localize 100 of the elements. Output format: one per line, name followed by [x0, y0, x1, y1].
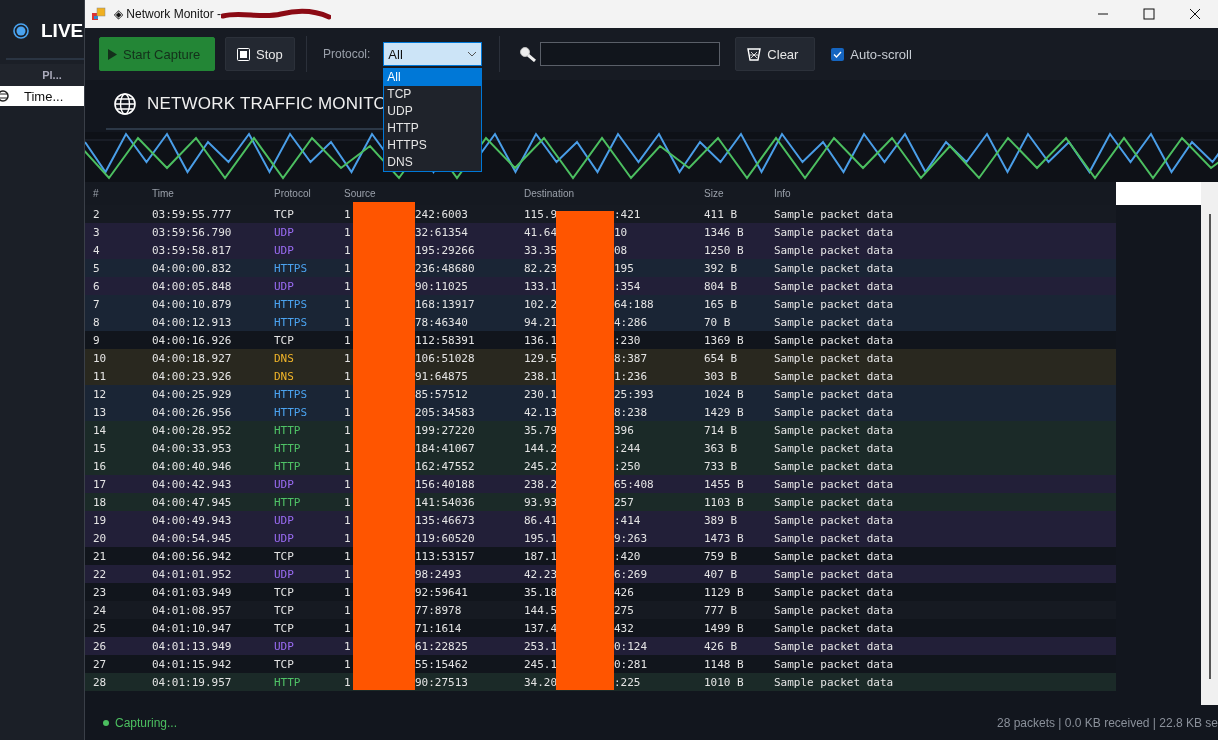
table-cell-text: 1250 B [704, 243, 745, 257]
wastebasket-icon [747, 47, 762, 61]
table-cell: 242:6003 [415, 207, 468, 221]
table-cell-text: 1 [344, 351, 352, 365]
dropdown-option[interactable]: TCP [384, 86, 482, 103]
table-cell-text: 1 [344, 243, 352, 257]
table-cell-text: Sample packet data [774, 441, 895, 455]
column-header[interactable]: Protocol [274, 188, 344, 199]
table-cell: 10 [614, 225, 628, 239]
auto-scroll-checkbox[interactable] [831, 47, 845, 61]
dropdown-option[interactable]: HTTPS [384, 137, 482, 154]
table-cell-text: Sample packet data [774, 405, 895, 419]
table-cell-text: UDP [274, 567, 295, 581]
column-header[interactable]: Size [704, 188, 774, 199]
table-cell-text: 33.35 [524, 243, 559, 257]
table-cell-text: Sample packet data [774, 315, 895, 329]
table-cell-text: UDP [274, 477, 295, 491]
table-cell: 195 [614, 261, 634, 275]
table-cell-text: Sample packet data [774, 243, 895, 257]
column-header[interactable]: Pl... [0, 64, 84, 86]
clear-button[interactable]: Clear [735, 37, 816, 71]
table-cell-text: 04:00:00.832 [152, 261, 233, 275]
table-cell-text: 04:00:56.942 [152, 549, 233, 563]
table-cell-text: 1 [344, 495, 352, 509]
table-cell: 4:286 [614, 315, 648, 329]
table-cell: 8:387 [614, 351, 648, 365]
column-header[interactable]: Time [152, 188, 274, 199]
table-cell-text: 04:01:13.949 [152, 639, 233, 653]
table-cell: :225 [614, 675, 641, 689]
table-cell: 32:61354 [415, 225, 468, 239]
table-cell: 106:51028 [415, 351, 475, 365]
table-cell-text: HTTPS [274, 387, 309, 401]
table-cell: 275 [614, 603, 634, 617]
table-cell: 156:40188 [415, 477, 475, 491]
dropdown-option[interactable]: DNS [384, 154, 482, 171]
table-cell: 85:57512 [415, 387, 468, 401]
table-cell-text: 04:01:19.957 [152, 675, 233, 689]
table-cell-text: 04:00:42.943 [152, 477, 233, 491]
column-header[interactable]: # [93, 188, 152, 199]
table-cell: 195:29266 [415, 243, 475, 257]
stop-button[interactable]: Stop [225, 37, 295, 71]
table-cell-text: 28 [93, 675, 108, 689]
table-cell-text: Sample packet data [774, 351, 895, 365]
table-cell-text: Sample packet data [774, 225, 895, 239]
list-row[interactable]: Time... [0, 86, 84, 106]
table-cell-text: 804 B [704, 279, 739, 293]
column-header[interactable]: Source [344, 188, 524, 199]
table-cell-text: TCP [274, 621, 295, 635]
table-cell-text: HTTPS [274, 297, 309, 311]
table-cell-text: 16 [93, 459, 108, 473]
dropdown-option[interactable]: All [384, 69, 482, 86]
table-cell-text: 1 [344, 387, 352, 401]
search-field[interactable] [540, 42, 721, 66]
table-cell: 199:27220 [415, 423, 475, 437]
table-cell: 77:8978 [415, 603, 462, 617]
column-header[interactable]: Info [774, 188, 1116, 199]
table-cell-text: Sample packet data [774, 639, 895, 653]
table-cell-text: HTTP [274, 495, 302, 509]
table-cell-text: 4 [93, 243, 101, 257]
table-cell: 55:15462 [415, 657, 468, 671]
table-cell: 92:59641 [415, 585, 468, 599]
column-header[interactable]: Destination [524, 188, 704, 199]
table-cell-text: HTTP [274, 441, 302, 455]
table-cell-text: Sample packet data [774, 567, 895, 581]
table-cell-text: 2 [93, 207, 101, 221]
table-cell-text: HTTPS [274, 261, 309, 275]
table-cell-text: 1 [344, 405, 352, 419]
table-cell-text: 654 B [704, 351, 739, 365]
table-cell: 257 [614, 495, 634, 509]
table-cell-text: Sample packet data [774, 297, 895, 311]
table-cell: 205:34583 [415, 405, 475, 419]
app-icon [92, 7, 106, 21]
table-cell: 432 [614, 621, 634, 635]
table-cell-text: 245.2 [524, 459, 559, 473]
table-cell-text: DNS [274, 369, 295, 383]
table-cell-text: 04:00:54.945 [152, 531, 233, 545]
table-cell-text: 195.1 [524, 531, 559, 545]
table-cell: 112:58391 [415, 333, 475, 347]
table-cell-text: 392 B [704, 261, 739, 275]
table-cell-text: 426 B [704, 639, 739, 653]
table-cell: 236:48680 [415, 261, 475, 275]
scrollbar[interactable] [1201, 182, 1218, 705]
protocol-dropdown[interactable]: All [383, 42, 483, 66]
dropdown-option[interactable]: HTTP [384, 120, 482, 137]
table-cell-text: 407 B [704, 567, 739, 581]
table-cell-text: 144.5 [524, 603, 559, 617]
table-cell-text: 04:00:10.879 [152, 297, 233, 311]
table-cell-text: 1024 B [704, 387, 745, 401]
table-cell: :420 [614, 549, 641, 563]
table-cell-text: 26 [93, 639, 108, 653]
table-cell-text: 25 [93, 621, 108, 635]
table-cell-text: 303 B [704, 369, 739, 383]
dropdown-option[interactable]: UDP [384, 103, 482, 120]
table-cell: 184:41067 [415, 441, 475, 455]
table-cell-text: Sample packet data [774, 333, 895, 347]
table-cell-text: 1429 B [704, 405, 745, 419]
table-cell-text: Sample packet data [774, 477, 895, 491]
table-cell-text: Sample packet data [774, 459, 895, 473]
window-title: ◈ Network Monitor - [114, 7, 222, 21]
table-cell: 08 [614, 243, 628, 257]
